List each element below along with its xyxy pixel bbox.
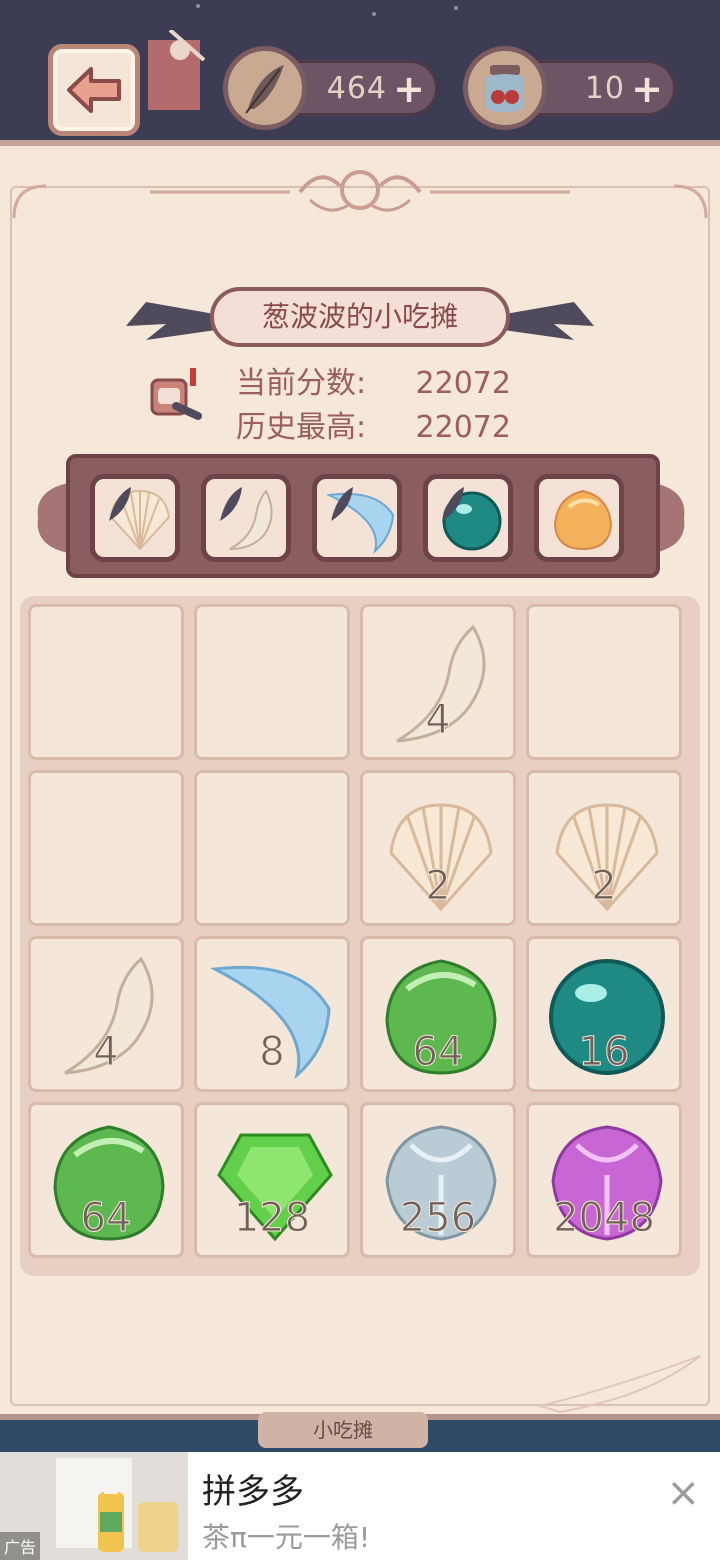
stall-title: 葱波波的小吃摊	[261, 300, 458, 333]
preview-slot-fang	[201, 474, 291, 562]
tile-value: 64	[80, 1195, 132, 1242]
feather-icon	[109, 487, 131, 521]
quill-decoration	[536, 1355, 701, 1414]
ad-tag: 广告	[0, 1532, 41, 1560]
star-decor	[196, 4, 200, 8]
add-feather-button[interactable]: +	[393, 67, 425, 111]
back-button[interactable]	[48, 44, 140, 136]
feather-icon	[331, 487, 353, 521]
current-score-value: 22072	[415, 366, 511, 401]
tile-value: 64	[412, 1029, 464, 1076]
tile-value: 16	[578, 1029, 630, 1076]
preview-slot-crescent	[312, 474, 402, 562]
feather-count: 464	[326, 71, 387, 106]
ribbon-decoration	[148, 30, 206, 110]
jar-resource: 10 +	[463, 46, 676, 130]
board-cell[interactable]	[526, 604, 682, 760]
flourish-decoration	[150, 170, 570, 212]
board-cell[interactable]: 256	[360, 1102, 516, 1258]
treasure-box-icon	[150, 368, 202, 420]
best-score-row: 历史最高: 22072	[236, 402, 511, 446]
arrow-left-icon	[67, 67, 121, 113]
board-cell[interactable]: 64	[360, 936, 516, 1092]
corner-decoration	[673, 184, 708, 219]
board-cell[interactable]	[194, 770, 350, 926]
game-board[interactable]: 4 2 2 4 8 64 16 64 128 256 2048	[20, 596, 700, 1276]
tile-value: 128	[233, 1195, 311, 1242]
board-cell[interactable]	[194, 604, 350, 760]
stall-tab[interactable]: 小吃摊	[258, 1412, 428, 1448]
top-bar: 464 + 10 +	[0, 0, 720, 145]
close-icon[interactable]: ×	[666, 1470, 700, 1516]
ad-image[interactable]: 广告	[0, 1452, 188, 1560]
preview-slot-shell	[90, 474, 180, 562]
best-score-value: 22072	[415, 410, 511, 445]
board-cell[interactable]: 4	[360, 604, 516, 760]
add-jar-button[interactable]: +	[631, 67, 663, 111]
stall-title-banner: 葱波波的小吃摊	[210, 287, 510, 347]
tile-value: 2	[425, 863, 451, 910]
star-decor	[454, 6, 458, 10]
star-decor	[372, 12, 376, 16]
current-score-row: 当前分数: 22072	[236, 358, 511, 402]
ad-subtitle[interactable]: 茶π一元一箱!	[202, 1516, 370, 1556]
board-cell[interactable]: 64	[28, 1102, 184, 1258]
board-cell[interactable]: 2	[526, 770, 682, 926]
board-cell[interactable]: 128	[194, 1102, 350, 1258]
feather-icon	[442, 487, 464, 521]
item-preview-strip	[66, 454, 660, 578]
board-cell[interactable]: 2048	[526, 1102, 682, 1258]
orange-drop-icon	[553, 489, 613, 551]
current-score-label: 当前分数:	[236, 366, 367, 401]
tile-value: 8	[259, 1029, 285, 1076]
board-cell[interactable]: 8	[194, 936, 350, 1092]
tile-value: 256	[399, 1195, 477, 1242]
jar-icon	[463, 46, 547, 130]
feather-icon	[220, 487, 242, 521]
tile-value: 2048	[553, 1195, 656, 1242]
board-cell[interactable]: 4	[28, 936, 184, 1092]
board-cell[interactable]: 2	[360, 770, 516, 926]
tile-value: 2	[591, 863, 617, 910]
corner-decoration	[12, 184, 47, 219]
best-score-label: 历史最高:	[236, 410, 367, 445]
jar-count: 10	[584, 71, 625, 106]
board-cell[interactable]: 16	[526, 936, 682, 1092]
ad-title[interactable]: 拼多多	[202, 1464, 304, 1513]
tile-value: 4	[425, 697, 451, 744]
board-cell[interactable]	[28, 770, 184, 926]
preview-slot-orb	[423, 474, 513, 562]
feather-resource: 464 +	[223, 46, 438, 130]
feather-icon	[223, 46, 307, 130]
ad-banner[interactable]: 广告 拼多多 茶π一元一箱! ×	[0, 1452, 720, 1560]
tile-value: 4	[93, 1029, 119, 1076]
board-cell[interactable]	[28, 604, 184, 760]
preview-slot-drop	[534, 474, 624, 562]
